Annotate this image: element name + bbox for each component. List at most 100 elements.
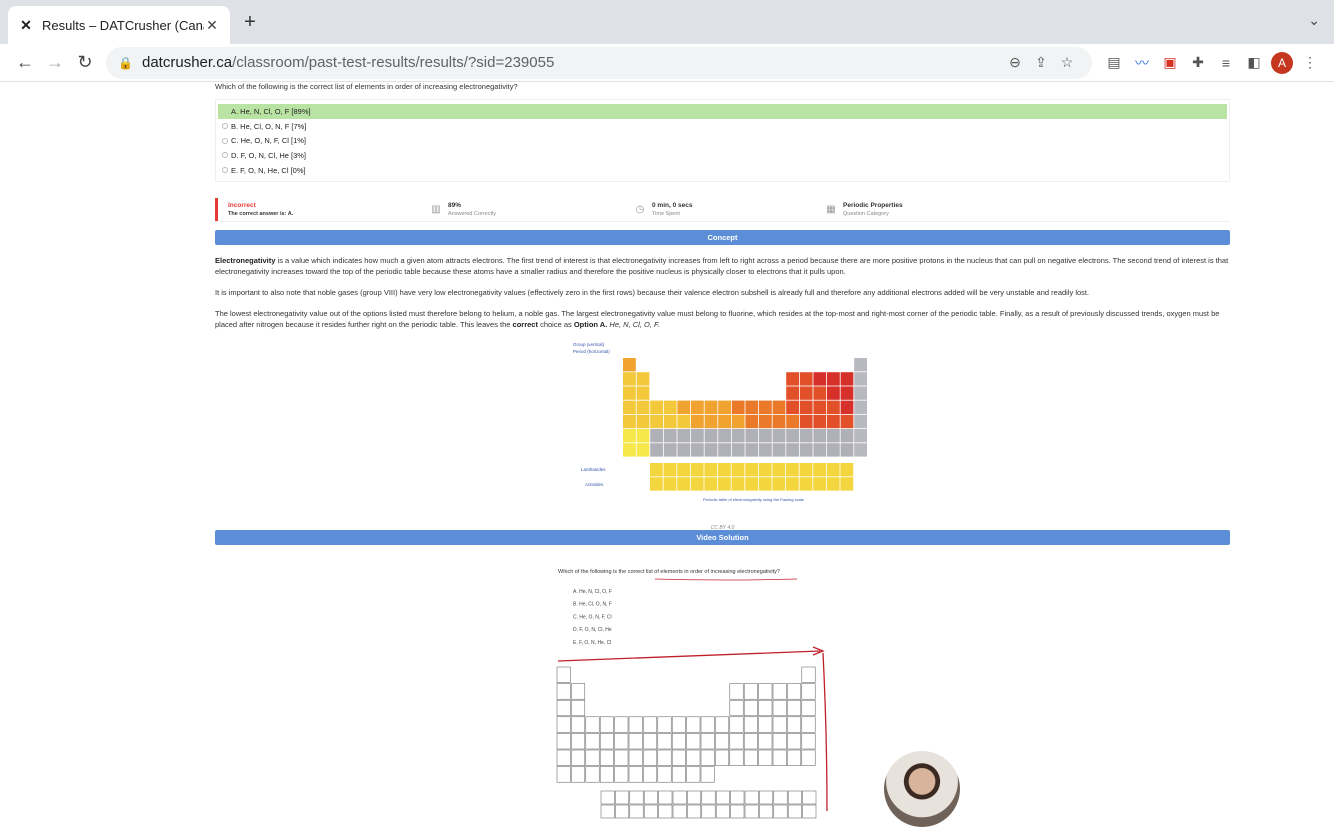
video-element-cell xyxy=(772,750,787,767)
video-element-cell xyxy=(801,733,816,750)
option-c[interactable]: C. He, O, N, F, Cl [1%] xyxy=(218,133,1227,148)
profile-avatar[interactable]: A xyxy=(1268,49,1296,77)
video-f-block-cell xyxy=(600,791,615,805)
element-cell xyxy=(717,443,731,458)
video-f-block-cell xyxy=(629,791,644,805)
video-solution-heading[interactable]: Video Solution xyxy=(215,530,1230,546)
annotation-underline xyxy=(654,579,798,581)
video-f-block-cell xyxy=(687,791,702,805)
element-cell xyxy=(636,443,649,458)
element-cell xyxy=(731,429,745,443)
video-f-block-cell xyxy=(715,791,730,805)
extension-notes-icon[interactable]: ▤ xyxy=(1100,49,1128,77)
element-cell xyxy=(622,429,636,443)
option-a[interactable]: A. He, N, Cl, O, F [89%] xyxy=(218,104,1227,119)
f-block-cell xyxy=(649,477,663,492)
video-element-cell xyxy=(686,716,701,734)
datcrusher-favicon-icon: ✕ xyxy=(20,16,32,33)
back-icon[interactable]: ← xyxy=(10,48,40,78)
video-element-cell xyxy=(801,716,816,734)
element-cell xyxy=(785,372,799,387)
element-cell xyxy=(704,401,717,415)
question-category: ▦ Periodic Properties Question Category xyxy=(826,202,903,218)
lock-icon: 🔒 xyxy=(118,55,133,70)
video-element-cell xyxy=(743,750,758,767)
element-cell xyxy=(799,401,813,415)
element-cell xyxy=(812,401,826,415)
video-f-block-cell xyxy=(615,805,630,819)
results-page: Which of the following is the correct li… xyxy=(215,82,1230,823)
video-f-block-cell xyxy=(687,805,702,819)
video-element-cell xyxy=(801,750,816,767)
video-element-cell xyxy=(599,716,614,734)
clock-icon: ◷ xyxy=(635,203,645,215)
extensions-puzzle-icon[interactable]: ✚ xyxy=(1184,49,1212,77)
video-option: C. He, O, N, F, Cl xyxy=(573,615,612,621)
f-block-cell xyxy=(785,463,799,477)
video-element-cell xyxy=(787,716,802,734)
concept-heading[interactable]: Concept xyxy=(215,230,1230,246)
element-cell xyxy=(772,443,785,458)
video-element-cell xyxy=(571,716,586,734)
share-icon[interactable]: ⇪ xyxy=(1028,54,1054,71)
media-queue-icon[interactable]: ≡ xyxy=(1212,49,1240,77)
element-cell xyxy=(785,443,799,458)
video-option: E. F, O, N, He, Cl xyxy=(573,640,611,646)
video-element-cell xyxy=(556,733,571,750)
radio-icon xyxy=(222,167,228,174)
video-element-cell xyxy=(671,716,686,734)
new-tab-icon[interactable]: + xyxy=(238,10,262,34)
option-b[interactable]: B. He, Cl, O, N, F [7%] xyxy=(218,119,1227,134)
element-cell xyxy=(676,429,690,443)
element-cell xyxy=(840,401,853,415)
f-block-cell xyxy=(812,463,826,477)
browser-tab[interactable]: ✕ Results – DATCrusher (Canadia ✕ xyxy=(8,6,230,44)
extension-pdf-icon[interactable]: ▣ xyxy=(1156,49,1184,77)
close-tab-icon[interactable]: ✕ xyxy=(204,17,220,34)
actinides-label: Actinides xyxy=(585,482,604,487)
video-element-cell xyxy=(686,733,701,750)
f-block-cell xyxy=(839,477,853,492)
forward-icon[interactable]: → xyxy=(40,48,70,78)
video-f-block-cell xyxy=(600,805,615,819)
video-element-cell xyxy=(715,733,730,750)
video-element-cell xyxy=(556,700,571,717)
video-element-cell xyxy=(628,733,643,750)
video-f-block-cell xyxy=(615,791,630,805)
video-element-cell xyxy=(628,716,643,734)
f-block-cell xyxy=(703,477,717,492)
radio-icon xyxy=(222,108,228,114)
video-element-cell xyxy=(787,733,802,750)
element-cell xyxy=(636,401,649,415)
element-cell xyxy=(853,429,867,443)
element-cell xyxy=(853,386,867,401)
video-f-block-cell xyxy=(787,805,802,819)
element-cell xyxy=(799,386,813,401)
address-bar[interactable]: 🔒 datcrusher.ca /classroom/past-test-res… xyxy=(106,46,1092,79)
video-solution-player[interactable]: Which of the following is the correct li… xyxy=(555,563,895,823)
video-option: B. He, Cl, O, N, F xyxy=(573,602,612,608)
element-cell xyxy=(758,443,772,458)
element-cell xyxy=(853,443,867,458)
chevron-down-icon[interactable]: ⌄ xyxy=(1308,12,1320,29)
video-element-cell xyxy=(772,716,787,734)
star-icon[interactable]: ☆ xyxy=(1054,54,1080,71)
video-element-cell xyxy=(599,766,614,783)
element-cell xyxy=(772,401,785,415)
radio-icon xyxy=(222,123,228,130)
extension-wave-icon[interactable]: 〰 xyxy=(1128,49,1156,77)
option-d[interactable]: D. F, O, N, Cl, He [3%] xyxy=(218,148,1227,163)
video-element-cell xyxy=(758,716,773,734)
element-cell xyxy=(622,386,636,401)
reload-icon[interactable]: ↻ xyxy=(70,48,100,78)
option-e[interactable]: E. F, O, N, He, Cl [0%] xyxy=(218,163,1227,178)
element-cell xyxy=(840,386,853,401)
zoom-icon[interactable]: ⊖ xyxy=(1002,54,1028,71)
video-element-cell xyxy=(571,733,586,750)
kebab-menu-icon[interactable]: ⋮ xyxy=(1296,49,1324,77)
video-option: D. F, O, N, Cl, He xyxy=(573,628,612,634)
side-panel-icon[interactable]: ◧ xyxy=(1240,49,1268,77)
browser-toolbar: ← → ↻ 🔒 datcrusher.ca /classroom/past-te… xyxy=(0,44,1334,82)
f-block-cell xyxy=(731,477,744,492)
element-cell xyxy=(690,429,704,443)
